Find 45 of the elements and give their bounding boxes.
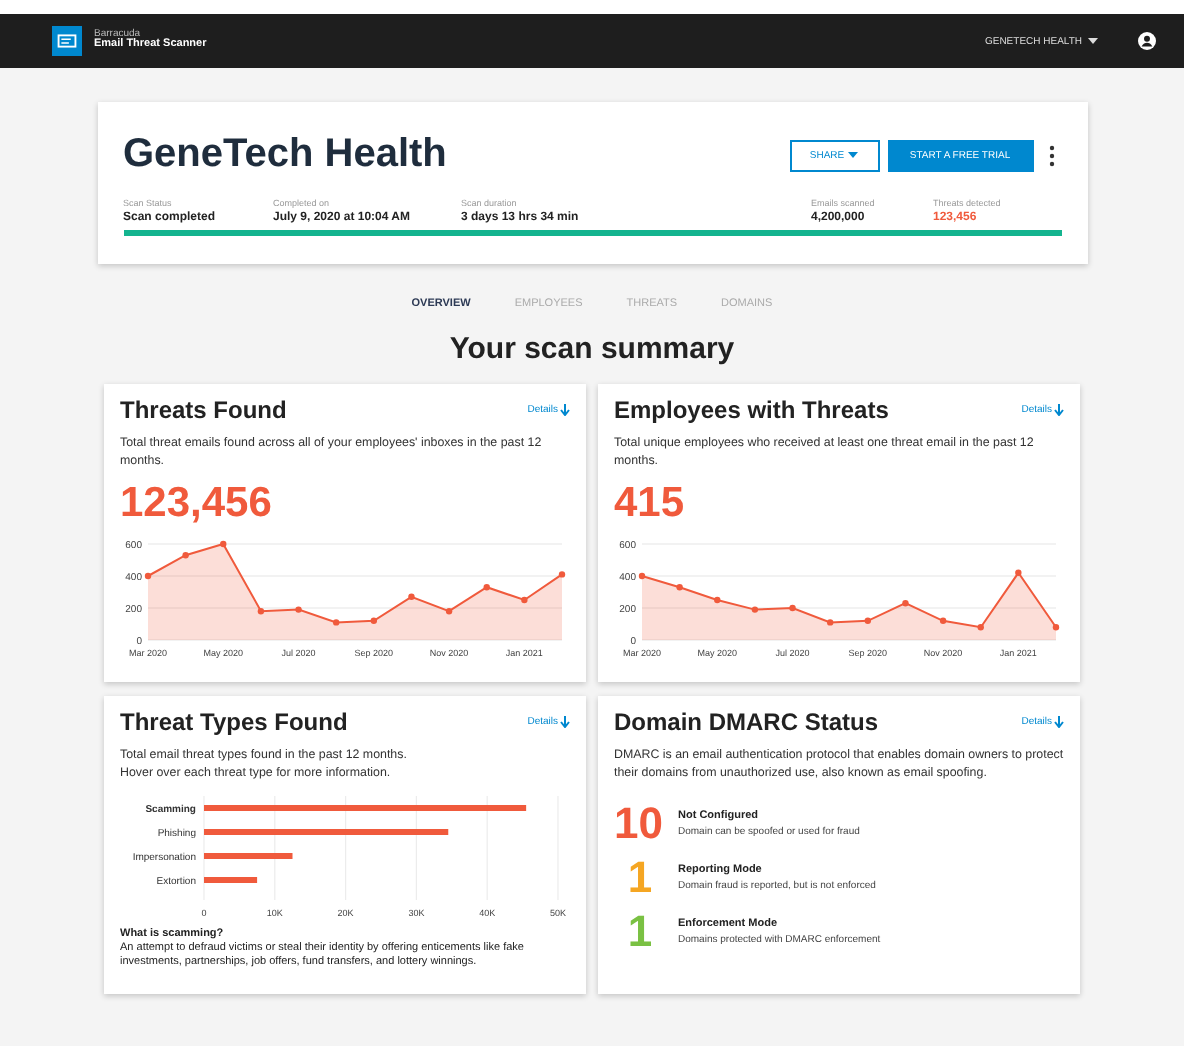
arrow-down-icon xyxy=(1054,716,1064,728)
data-point xyxy=(864,616,871,624)
data-point xyxy=(789,604,796,611)
caret-icon xyxy=(848,152,859,158)
status-count: 1 xyxy=(625,909,655,954)
data-point xyxy=(370,616,377,624)
data-point xyxy=(333,618,340,625)
total-count: 415 xyxy=(614,479,687,528)
data-point xyxy=(483,583,490,590)
total-count: 123,456 xyxy=(120,479,274,528)
data-point xyxy=(445,607,453,614)
data-point xyxy=(939,616,947,624)
data-point xyxy=(977,623,984,630)
data-point xyxy=(295,605,302,612)
data-point xyxy=(1052,623,1060,630)
arrow-down-icon xyxy=(1054,404,1064,416)
status-count: 1 xyxy=(625,855,655,900)
section-heading: Your scan summary xyxy=(449,332,735,366)
status-count: 10 xyxy=(614,801,665,846)
bar xyxy=(204,852,293,859)
data-point xyxy=(408,592,415,600)
card-title: Domain DMARC Status xyxy=(614,708,879,736)
data-point xyxy=(827,618,834,625)
data-point xyxy=(638,572,646,579)
data-point xyxy=(257,607,265,614)
arrow-down-icon xyxy=(560,404,570,416)
envelope-logo-icon xyxy=(52,26,82,56)
user-icon[interactable] xyxy=(1138,32,1156,50)
data-point xyxy=(182,551,189,558)
data-point xyxy=(144,572,152,579)
data-point xyxy=(676,583,683,590)
data-point xyxy=(751,605,759,612)
card-title: Threat Types Found xyxy=(120,708,348,736)
data-point xyxy=(902,599,909,606)
data-point xyxy=(714,596,721,603)
data-point xyxy=(1015,568,1022,576)
data-point xyxy=(521,596,528,603)
caret-icon xyxy=(1088,38,1098,44)
card-title: Employees with Threats xyxy=(614,396,889,424)
card-title: Threats Found xyxy=(120,396,287,424)
company-title: GeneTech Health xyxy=(123,132,447,178)
data-point xyxy=(220,540,227,547)
data-point xyxy=(558,570,566,577)
arrow-down-icon xyxy=(560,716,570,728)
bar xyxy=(204,876,258,883)
